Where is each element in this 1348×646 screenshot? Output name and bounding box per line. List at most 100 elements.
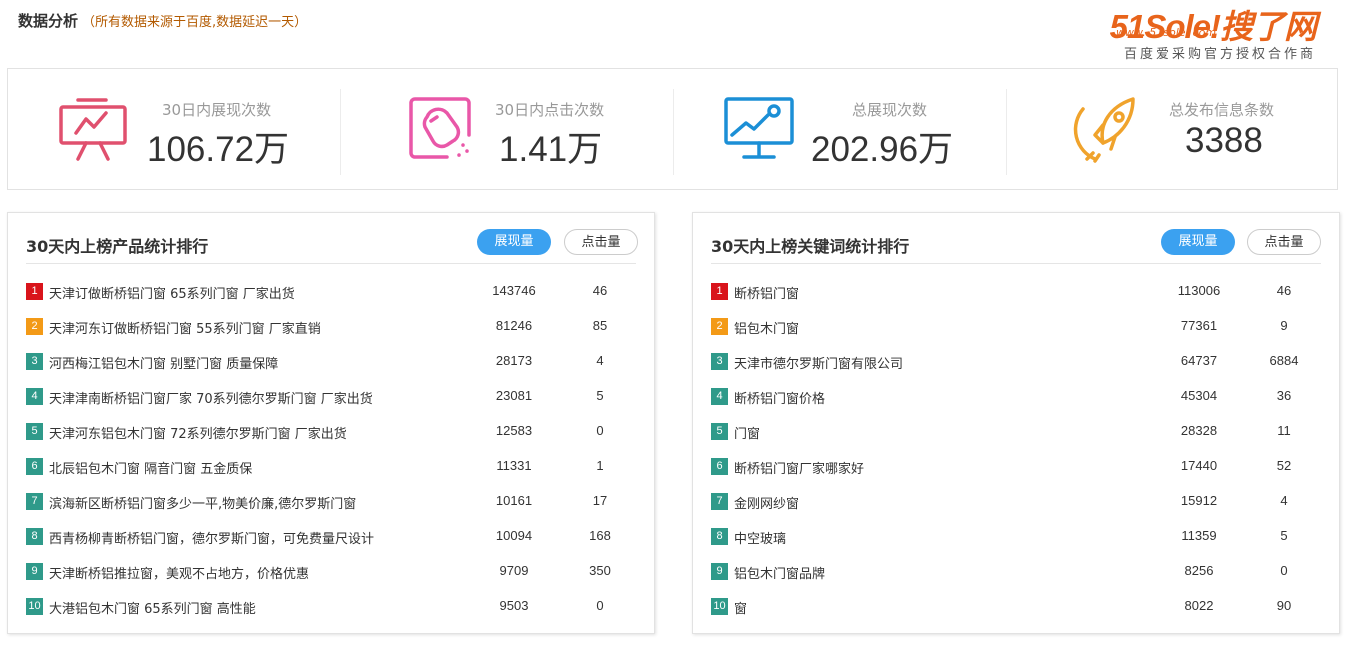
clicks-value: 0 — [1280, 563, 1288, 578]
stats-card: 30日内展现次数 106.72万 30日内点击次数 1.41万 总展现次数 20… — [7, 68, 1338, 190]
clicks-tab-button[interactable]: 点击量 — [1247, 229, 1321, 255]
ranking-item-name[interactable]: 天津市德尔罗斯门窗有限公司 — [734, 353, 903, 372]
clicks-value: 0 — [596, 598, 604, 613]
clicks-value: 168 — [589, 528, 611, 543]
logo-mark: 51Sole!搜了网 — [1109, 8, 1317, 45]
clicks-value: 46 — [592, 283, 608, 298]
ranking-item-name[interactable]: 天津津南断桥铝门窗厂家 70系列德尔罗斯门窗 厂家出货 — [49, 388, 373, 407]
ranking-item-name[interactable]: 断桥铝门窗厂家哪家好 — [734, 458, 864, 477]
stat-value: 202.96万 — [811, 130, 954, 169]
ranking-row[interactable]: 8 西青杨柳青断桥铝门窗，德尔罗斯门窗，可免费量尺设计 10094 168 — [26, 519, 636, 554]
clicks-value: 11 — [1277, 423, 1291, 438]
clicks-value: 90 — [1276, 598, 1292, 613]
impressions-value: 9709 — [499, 563, 529, 578]
stat-label: 总发布信息条数 — [1169, 101, 1275, 119]
ranking-item-name[interactable]: 西青杨柳青断桥铝门窗，德尔罗斯门窗，可免费量尺设计 — [49, 528, 374, 547]
presentation-chart-icon — [59, 98, 127, 161]
ranking-row[interactable]: 7 滨海新区断桥铝门窗多少一平,物美价廉,德尔罗斯门窗 10161 17 — [26, 484, 636, 519]
rank-badge: 1 — [26, 283, 43, 300]
impressions-value: 28173 — [495, 353, 533, 368]
impressions-value: 45304 — [1180, 388, 1218, 403]
ranking-item-name[interactable]: 中空玻璃 — [734, 528, 786, 547]
ranking-row[interactable]: 8 中空玻璃 11359 5 — [711, 519, 1321, 554]
product-ranking-panel: 30天内上榜产品统计排行 展现量 点击量 1 天津订做断桥铝门窗 65系列门窗 厂… — [7, 212, 655, 634]
clicks-value: 5 — [1280, 528, 1288, 543]
rank-badge: 6 — [26, 458, 43, 475]
ranking-item-name[interactable]: 铝包木门窗品牌 — [734, 563, 825, 582]
impressions-value: 9503 — [499, 598, 529, 613]
ranking-row[interactable]: 4 断桥铝门窗价格 45304 36 — [711, 379, 1321, 414]
ranking-item-name[interactable]: 金刚网纱窗 — [734, 493, 799, 512]
clicks-value: 4 — [1280, 493, 1288, 508]
impressions-value: 28328 — [1180, 423, 1218, 438]
ranking-item-name[interactable]: 断桥铝门窗价格 — [734, 388, 825, 407]
impressions-value: 64737 — [1180, 353, 1218, 368]
ranking-row[interactable]: 3 河西梅江铝包木门窗 别墅门窗 质量保障 28173 4 — [26, 344, 636, 379]
ranking-row[interactable]: 7 金刚网纱窗 15912 4 — [711, 484, 1321, 519]
clicks-tab-button[interactable]: 点击量 — [564, 229, 638, 255]
ranking-item-name[interactable]: 天津断桥铝推拉窗，美观不占地方，价格优惠 — [49, 563, 309, 582]
clicks-value: 46 — [1276, 283, 1292, 298]
stat-label: 30日内点击次数 — [495, 101, 605, 119]
impressions-value: 10094 — [495, 528, 533, 543]
rank-badge: 8 — [26, 528, 43, 545]
ranking-row[interactable]: 10 窗 8022 90 — [711, 589, 1321, 624]
ranking-row[interactable]: 10 大港铝包木门窗 65系列门窗 高性能 9503 0 — [26, 589, 636, 624]
ranking-item-name[interactable]: 滨海新区断桥铝门窗多少一平,物美价廉,德尔罗斯门窗 — [49, 493, 356, 512]
ranking-row[interactable]: 2 天津河东订做断桥铝门窗 55系列门窗 厂家直销 81246 85 — [26, 309, 636, 344]
stat-total-impressions: 总展现次数 202.96万 — [674, 69, 1006, 189]
impressions-tab-button[interactable]: 展现量 — [1161, 229, 1235, 255]
ranking-row[interactable]: 1 天津订做断桥铝门窗 65系列门窗 厂家出货 143746 46 — [26, 274, 636, 309]
rank-badge: 7 — [26, 493, 43, 510]
stat-label: 30日内展现次数 — [162, 101, 272, 119]
ranking-row[interactable]: 1 断桥铝门窗 113006 46 — [711, 274, 1321, 309]
ranking-row[interactable]: 5 门窗 28328 11 — [711, 414, 1321, 449]
impressions-value: 113006 — [1177, 283, 1221, 298]
ranking-item-name[interactable]: 河西梅江铝包木门窗 别墅门窗 质量保障 — [49, 353, 278, 372]
ranking-row[interactable]: 3 天津市德尔罗斯门窗有限公司 64737 6884 — [711, 344, 1321, 379]
impressions-tab-button[interactable]: 展现量 — [477, 229, 551, 255]
impressions-value: 81246 — [495, 318, 533, 333]
keyword-ranking-panel: 30天内上榜关键词统计排行 展现量 点击量 1 断桥铝门窗 113006 46 2 铝包木… — [692, 212, 1340, 634]
ranking-item-name[interactable]: 天津河东铝包木门窗 72系列德尔罗斯门窗 厂家出货 — [49, 423, 347, 442]
ranking-item-name[interactable]: 断桥铝门窗 — [734, 283, 799, 302]
rank-badge: 9 — [711, 563, 728, 580]
page-header: 数据分析 （所有数据来源于百度,数据延迟一天） — [18, 10, 307, 32]
ranking-item-name[interactable]: 天津河东订做断桥铝门窗 55系列门窗 厂家直销 — [49, 318, 321, 337]
impressions-value: 77361 — [1180, 318, 1218, 333]
impressions-value: 8256 — [1184, 563, 1214, 578]
rank-badge: 5 — [26, 423, 43, 440]
panel-title: 30天内上榜关键词统计排行 — [711, 237, 910, 256]
impressions-value: 17440 — [1180, 458, 1218, 473]
ranking-item-name[interactable]: 大港铝包木门窗 65系列门窗 高性能 — [49, 598, 256, 617]
brand-logo[interactable]: 51Sole!搜了网 www. 51sole. com 百度爱采购官方授权合作商 — [1086, 0, 1318, 62]
clicks-value: 5 — [596, 388, 604, 403]
ranking-row[interactable]: 6 北辰铝包木门窗 隔音门窗 五金质保 11331 1 — [26, 449, 636, 484]
page-title: 数据分析 — [18, 12, 79, 30]
clicks-value: 85 — [592, 318, 608, 333]
impressions-value: 11359 — [1181, 528, 1217, 543]
ranking-item-name[interactable]: 铝包木门窗 — [734, 318, 799, 337]
ranking-row[interactable]: 4 天津津南断桥铝门窗厂家 70系列德尔罗斯门窗 厂家出货 23081 5 — [26, 379, 636, 414]
ranking-row[interactable]: 2 铝包木门窗 77361 9 — [711, 309, 1321, 344]
impressions-value: 10161 — [495, 493, 533, 508]
rank-badge: 4 — [711, 388, 728, 405]
keyword-list: 1 断桥铝门窗 113006 46 2 铝包木门窗 77361 9 3 天津市德尔罗斯门窗有限公司… — [711, 274, 1321, 624]
ranking-item-name[interactable]: 天津订做断桥铝门窗 65系列门窗 厂家出货 — [49, 283, 295, 302]
ranking-row[interactable]: 9 铝包木门窗品牌 8256 0 — [711, 554, 1321, 589]
clicks-value: 1 — [596, 458, 604, 473]
ranking-row[interactable]: 6 断桥铝门窗厂家哪家好 17440 52 — [711, 449, 1321, 484]
ranking-item-name[interactable]: 窗 — [734, 598, 747, 617]
impressions-value: 11331 — [496, 458, 532, 473]
monitor-growth-icon — [724, 97, 794, 159]
rank-badge: 5 — [711, 423, 728, 440]
ranking-item-name[interactable]: 门窗 — [734, 423, 760, 442]
ranking-item-name[interactable]: 北辰铝包木门窗 隔音门窗 五金质保 — [49, 458, 252, 477]
ranking-row[interactable]: 9 天津断桥铝推拉窗，美观不占地方，价格优惠 9709 350 — [26, 554, 636, 589]
logo-slogan: 百度爱采购官方授权合作商 — [1123, 47, 1316, 62]
clicks-value: 17 — [592, 493, 608, 508]
rank-badge: 2 — [711, 318, 728, 335]
clicks-value: 52 — [1276, 458, 1292, 473]
panel-divider — [26, 263, 636, 264]
ranking-row[interactable]: 5 天津河东铝包木门窗 72系列德尔罗斯门窗 厂家出货 12583 0 — [26, 414, 636, 449]
